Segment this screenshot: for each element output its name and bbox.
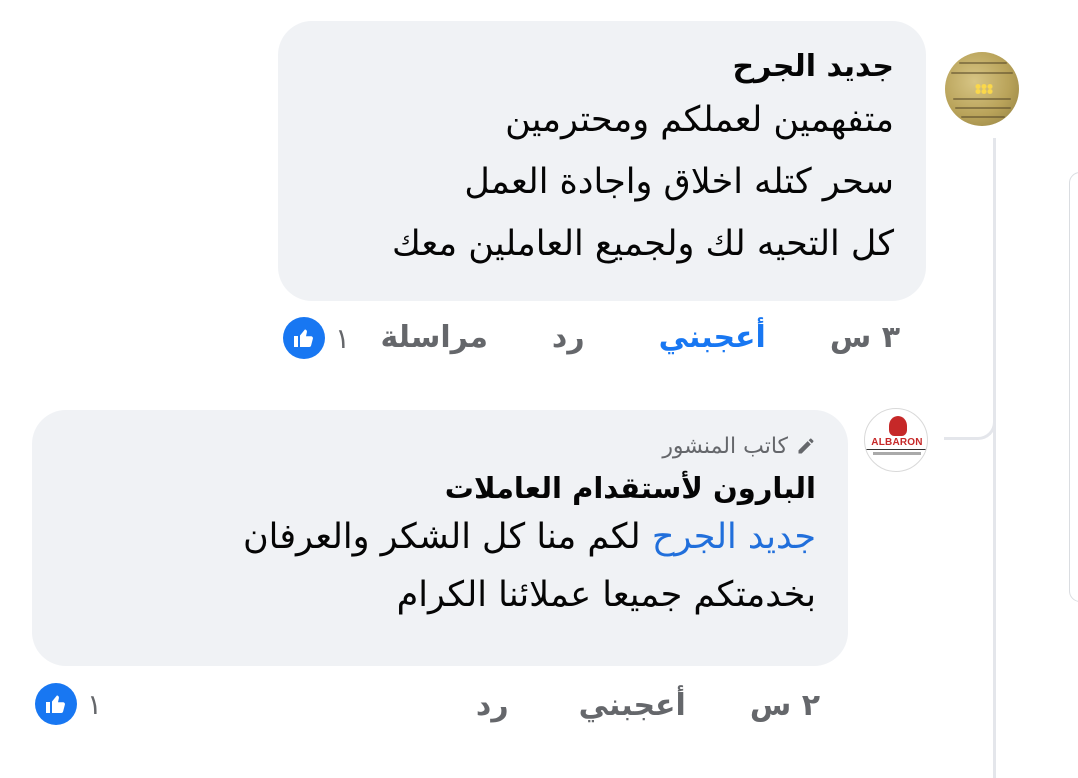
reaction-summary[interactable]: ١ [35,683,102,725]
reply-text-line: بخدمتكم جميعا عملائنا الكرام [396,575,816,615]
reply-button[interactable]: رد [552,320,585,355]
reply-button[interactable]: رد [476,688,509,723]
like-button[interactable]: أعجبني [659,320,766,355]
reply-text-line: جديد الجرح لكم منا كل الشكر والعرفان [64,508,816,566]
reply-text-rest: لكم منا كل الشكر والعرفان [242,517,652,557]
comment-text-line: سحر كتله اخلاق واجادة العمل [464,162,894,202]
comment-text-line: متفهمين لعملكم ومحترمين [505,100,894,140]
thumbs-up-icon [35,683,77,725]
thread-connector-line [993,138,996,778]
comment-actions: ٣ س أعجبني رد مراسلة [380,320,900,355]
mention-link[interactable]: جديد الجرح [652,517,816,557]
comment-bubble: جديد الجرح متفهمين لعملكم ومحترمين سحر ك… [278,21,926,301]
reply-author[interactable]: البارون لأستقدام العاملات [64,468,816,508]
commenter-avatar[interactable] [945,52,1019,126]
thread-reply-branch [944,406,996,440]
thumbs-up-icon [283,317,325,359]
side-panel-edge [1069,172,1078,602]
reaction-count: ١ [87,687,103,721]
reply-actions: ٢ س أعجبني رد [476,688,820,723]
reaction-count: ١ [335,321,351,355]
like-button[interactable]: أعجبني [579,688,686,723]
comment-author[interactable]: جديد الجرح [310,45,894,89]
reply-bubble: كاتب المنشور البارون لأستقدام العاملات ج… [32,410,848,666]
comment-timestamp[interactable]: ٣ س [830,320,900,355]
author-badge-label: كاتب المنشور [662,433,788,459]
brand-mascot-icon [889,416,907,436]
brand-logo-text: ALBARON [865,437,927,450]
comment-text-line: كل التحيه لك ولجميع العاملين معك [391,224,894,264]
reply-timestamp[interactable]: ٢ س [750,688,820,723]
page-avatar[interactable]: ALBARON [864,408,928,472]
author-badge: كاتب المنشور [64,432,816,460]
reaction-summary[interactable]: ١ [283,317,350,359]
message-button[interactable]: مراسلة [380,320,487,355]
pencil-icon [798,438,814,454]
